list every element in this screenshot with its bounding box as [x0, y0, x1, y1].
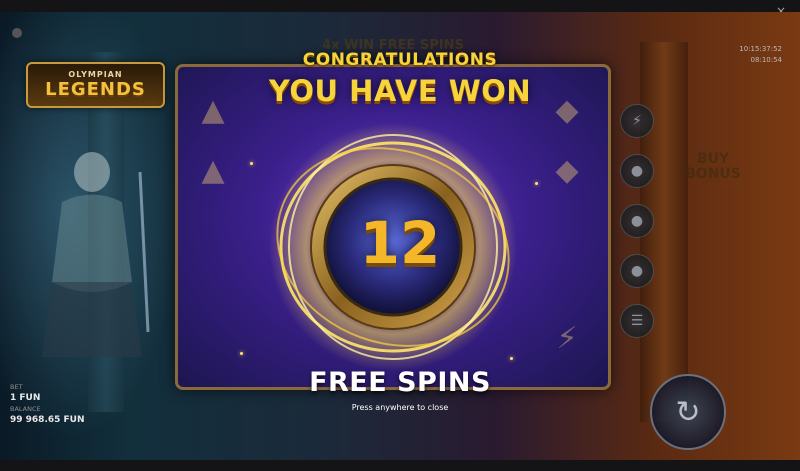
zeus-character-image [42, 152, 150, 357]
menu-button[interactable]: ☰ [620, 304, 654, 338]
free-spins-medallion [269, 123, 517, 371]
bet-option-button[interactable]: ● [620, 154, 654, 188]
lightning-icon: ⚡ [556, 320, 578, 356]
autoplay-button[interactable]: ● [620, 204, 654, 238]
bet-balance-panel: BET 1 FUN BALANCE 99 968.65 FUN [10, 382, 85, 426]
sparkle [535, 182, 538, 185]
free-spins-text: FREE SPINS [309, 367, 491, 398]
window-top-bar: × [0, 0, 800, 18]
sparkle [250, 162, 253, 165]
bet-value: 1 FUN [10, 393, 41, 403]
sparkle [240, 352, 243, 355]
window-bottom-bar [0, 460, 800, 471]
spin-icon: ↻ [675, 394, 701, 430]
triangle-icon: ▲ [201, 152, 225, 188]
game-viewport[interactable]: OLYMPIAN LEGENDS 10:15:37:52 08:10:54 BU… [0, 12, 800, 460]
sparkle [510, 357, 513, 360]
balance-label: BALANCE [10, 405, 41, 413]
bet-label: BET [10, 383, 23, 391]
you-have-won-text: YOU HAVE WON [268, 74, 532, 108]
balance-value: 99 968.65 FUN [10, 415, 85, 425]
congratulations-text: CONGRATULATIONS [302, 50, 498, 70]
gem-icon: ◆ [555, 152, 579, 188]
lightning-icon[interactable]: ⚡ [620, 104, 654, 138]
close-hint-text: Press anywhere to close [351, 403, 449, 412]
buy-bonus-button[interactable]: BUY BONUS [668, 152, 758, 212]
info-icon[interactable] [12, 28, 22, 38]
turbo-button[interactable]: ● [620, 254, 654, 288]
